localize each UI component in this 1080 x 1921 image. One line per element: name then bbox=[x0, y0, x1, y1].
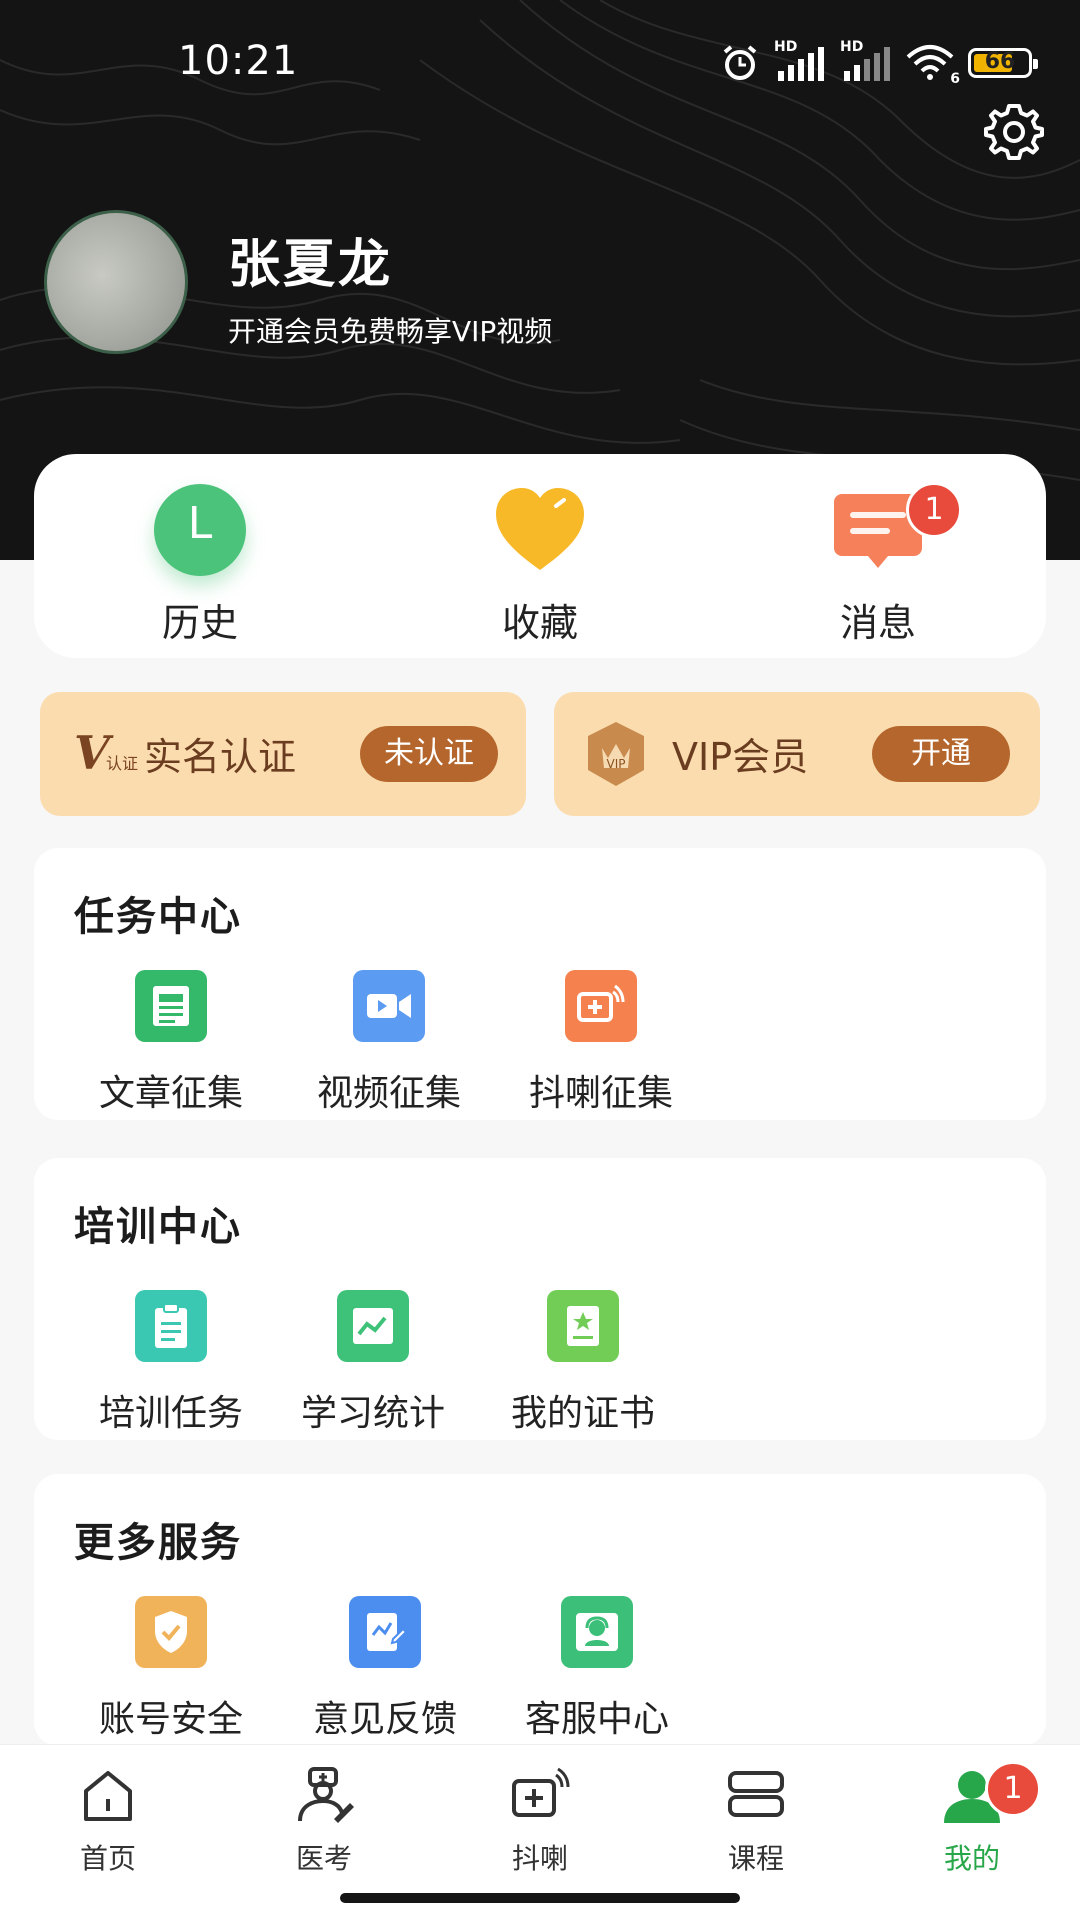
clipboard-icon bbox=[135, 1290, 207, 1362]
tab-label: 首页 bbox=[79, 1842, 136, 1875]
promo-vip[interactable]: VIP VIP会员 开通 bbox=[554, 692, 1040, 816]
section-title-task-center: 任务中心 bbox=[74, 894, 242, 940]
home-icon bbox=[84, 1771, 132, 1821]
tab-home[interactable]: 首页 bbox=[33, 1765, 183, 1877]
status-icons: HD HD 6 66 bbox=[720, 39, 1038, 87]
item-video-collection[interactable]: 视频征集 bbox=[294, 970, 484, 1116]
alarm-icon bbox=[723, 45, 757, 80]
item-training-tasks[interactable]: 培训任务 bbox=[76, 1290, 266, 1436]
item-feedback[interactable]: 意见反馈 bbox=[290, 1596, 480, 1742]
wifi-label: 6 bbox=[950, 71, 960, 87]
gear-icon[interactable] bbox=[982, 100, 1046, 164]
section-title-training-center: 培训中心 bbox=[74, 1204, 242, 1250]
quick-label-history: 历史 bbox=[161, 601, 238, 645]
history-icon: L bbox=[154, 484, 246, 576]
item-label: 学习统计 bbox=[300, 1393, 445, 1434]
heart-icon bbox=[496, 488, 584, 570]
section-task-center: 任务中心 文章征集 视频征集 抖喇征集 bbox=[34, 848, 1046, 1120]
item-label: 我的证书 bbox=[510, 1393, 655, 1434]
status-time: 10:21 bbox=[178, 38, 299, 84]
shield-icon bbox=[135, 1596, 207, 1668]
course-icon bbox=[728, 1771, 784, 1817]
battery-level: 66 bbox=[984, 49, 1016, 74]
item-label: 客服中心 bbox=[524, 1699, 669, 1740]
user-name: 张夏龙 bbox=[228, 235, 394, 295]
item-douyin-collection[interactable]: 抖喇征集 bbox=[506, 970, 696, 1116]
promo-real-name[interactable]: V 认证 实名认证 未认证 bbox=[40, 692, 526, 816]
signal-icon: HD bbox=[774, 39, 826, 83]
history-icon-letter: L bbox=[187, 498, 213, 549]
item-study-stats[interactable]: 学习统计 bbox=[278, 1290, 468, 1436]
quick-label-favorites: 收藏 bbox=[501, 601, 578, 645]
quick-item-messages[interactable]: 1 消息 bbox=[778, 454, 978, 658]
avatar[interactable] bbox=[44, 210, 188, 354]
tab-medical-exam[interactable]: 医考 bbox=[249, 1765, 399, 1877]
broadcast-icon bbox=[512, 1767, 570, 1817]
tab-profile[interactable]: 1 我的 bbox=[897, 1761, 1047, 1877]
profile-badge: 1 bbox=[985, 1761, 1041, 1817]
status-bar: 10:21 HD HD 6 66 bbox=[0, 0, 1080, 120]
quick-label-messages: 消息 bbox=[839, 601, 916, 645]
home-indicator[interactable] bbox=[340, 1893, 740, 1903]
feedback-icon bbox=[349, 1596, 421, 1668]
quick-actions-card: L 历史 收藏 1 消息 bbox=[34, 454, 1046, 658]
wifi-icon: 6 bbox=[906, 43, 960, 87]
tab-douyin[interactable]: 抖喇 bbox=[465, 1765, 615, 1877]
item-label: 文章征集 bbox=[98, 1073, 243, 1114]
section-more-services: 更多服务 账号安全 意见反馈 客服中心 bbox=[34, 1474, 1046, 1746]
certificate-icon bbox=[547, 1290, 619, 1362]
item-label: 意见反馈 bbox=[312, 1699, 457, 1740]
doctor-icon bbox=[298, 1767, 354, 1823]
signal-icon-2: HD bbox=[840, 39, 892, 83]
quick-item-history[interactable]: L 历史 bbox=[100, 454, 300, 658]
tab-label: 我的 bbox=[943, 1842, 1000, 1875]
item-label: 抖喇征集 bbox=[528, 1073, 673, 1114]
item-account-security[interactable]: 账号安全 bbox=[76, 1596, 266, 1742]
item-label: 培训任务 bbox=[98, 1393, 243, 1434]
item-article-collection[interactable]: 文章征集 bbox=[76, 970, 266, 1116]
message-badge: 1 bbox=[906, 482, 962, 538]
item-label: 账号安全 bbox=[98, 1699, 243, 1740]
tab-label: 抖喇 bbox=[511, 1842, 568, 1875]
battery-icon: 66 bbox=[968, 48, 1038, 78]
vip-crown-icon: VIP bbox=[588, 722, 644, 786]
tab-label: 课程 bbox=[727, 1842, 784, 1875]
tab-courses[interactable]: 课程 bbox=[681, 1765, 831, 1877]
broadcast-icon bbox=[565, 970, 637, 1042]
support-icon bbox=[561, 1596, 633, 1668]
video-icon bbox=[353, 970, 425, 1042]
vip-open-button[interactable]: 开通 bbox=[872, 726, 1010, 782]
verify-status-button[interactable]: 未认证 bbox=[360, 726, 498, 782]
item-my-certificates[interactable]: 我的证书 bbox=[488, 1290, 678, 1436]
vip-promo-text[interactable]: 开通会员免费畅享VIP视频 bbox=[228, 310, 552, 350]
section-training-center: 培训中心 培训任务 学习统计 我的证书 bbox=[34, 1158, 1046, 1440]
stats-icon bbox=[337, 1290, 409, 1362]
promo-title-real-name: 实名认证 bbox=[144, 735, 297, 779]
verify-icon: V 认证 bbox=[74, 726, 139, 780]
quick-item-favorites[interactable]: 收藏 bbox=[440, 454, 640, 658]
verify-icon-text: 认证 bbox=[106, 754, 139, 773]
vip-icon-text: VIP bbox=[607, 757, 626, 771]
section-title-more-services: 更多服务 bbox=[74, 1520, 242, 1566]
tab-label: 医考 bbox=[295, 1842, 352, 1875]
promo-title-vip: VIP会员 bbox=[672, 735, 809, 779]
item-customer-service[interactable]: 客服中心 bbox=[502, 1596, 692, 1742]
news-icon bbox=[135, 970, 207, 1042]
item-label: 视频征集 bbox=[316, 1073, 461, 1114]
